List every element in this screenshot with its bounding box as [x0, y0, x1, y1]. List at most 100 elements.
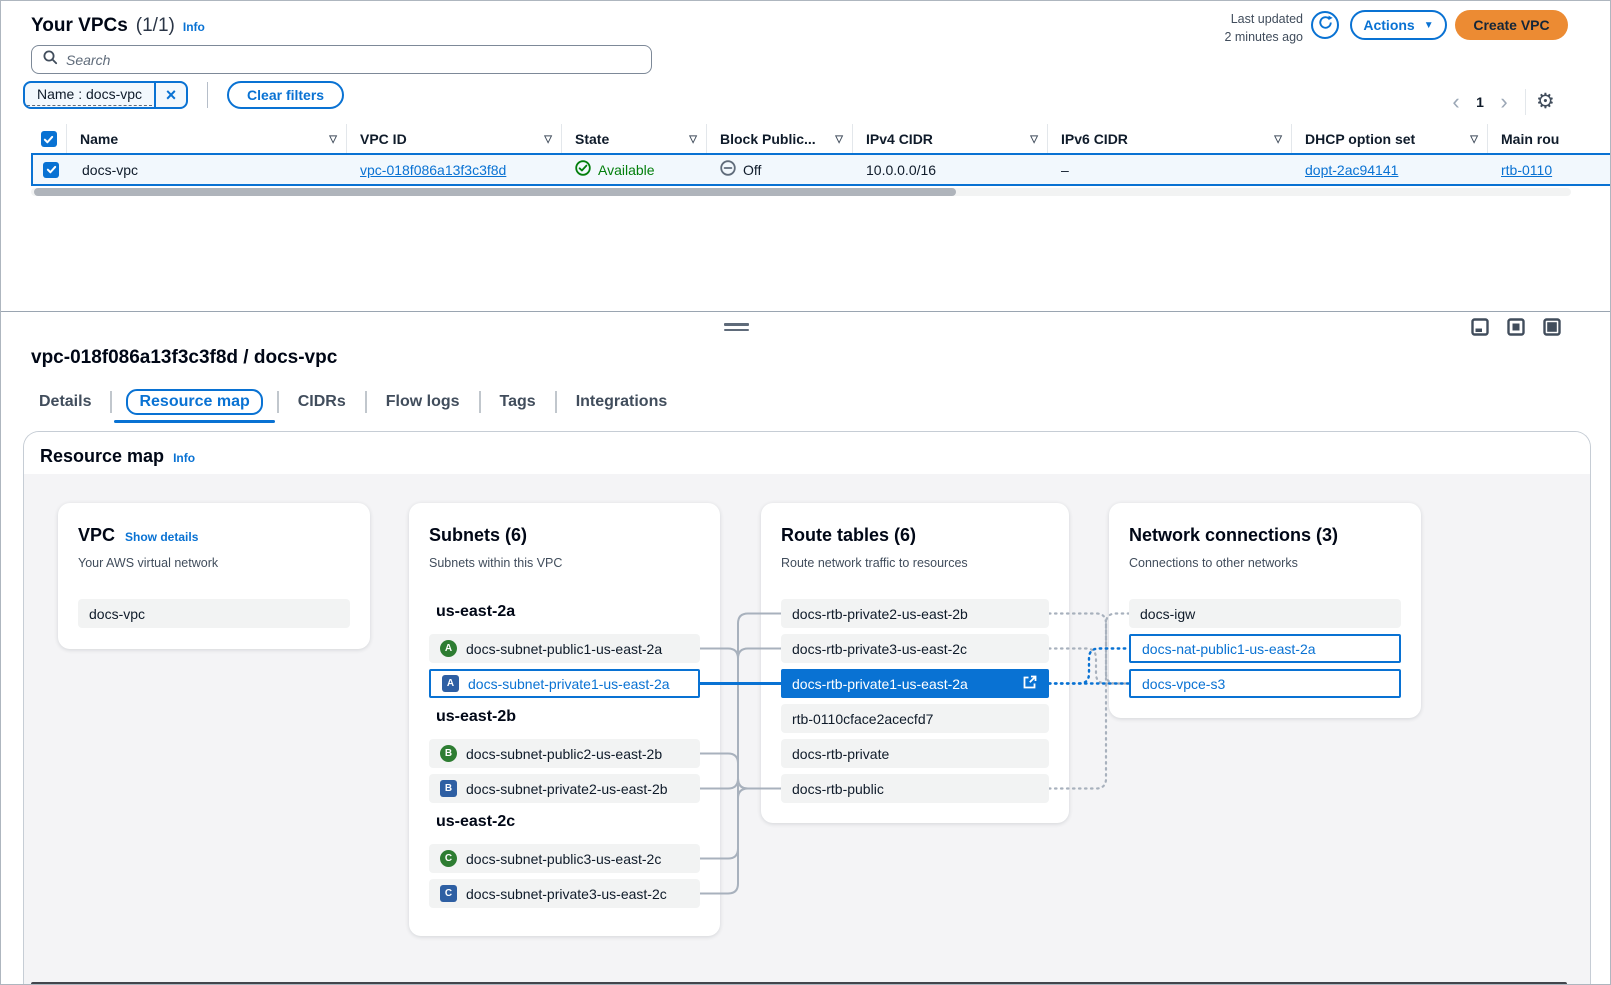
vpc-console-page: Your VPCs (1/1) Info Last updated 2 minu…: [0, 0, 1611, 985]
actions-label: Actions: [1363, 17, 1414, 33]
gear-icon[interactable]: ⚙: [1536, 90, 1555, 114]
sort-icon[interactable]: ▽: [689, 134, 697, 145]
filter-separator: [207, 82, 208, 108]
column-header-ipv4-cidr[interactable]: IPv4 CIDR▽: [853, 124, 1048, 154]
sort-icon[interactable]: ▽: [1470, 134, 1478, 145]
route-table-item[interactable]: docs-rtb-public: [781, 774, 1049, 803]
route-tables-card-title: Route tables (6): [781, 525, 916, 546]
vpc-card-title: VPC: [78, 525, 115, 546]
subnets-card: Subnets (6) Subnets within this VPC us-e…: [409, 503, 720, 936]
column-header-ipv6-cidr[interactable]: IPv6 CIDR▽: [1048, 124, 1292, 154]
subnet-item[interactable]: B docs-subnet-private2-us-east-2b: [429, 774, 700, 803]
cell-name: docs-vpc: [69, 155, 347, 184]
network-connections-card-title: Network connections (3): [1129, 525, 1338, 546]
subnet-item[interactable]: A docs-subnet-public1-us-east-2a: [429, 634, 700, 663]
subnet-item[interactable]: B docs-subnet-public2-us-east-2b: [429, 739, 700, 768]
split-drag-handle[interactable]: [724, 323, 749, 334]
chevron-right-icon[interactable]: ›: [1493, 90, 1515, 114]
column-header-dhcp[interactable]: DHCP option set▽: [1292, 124, 1488, 154]
panel-size-large-icon[interactable]: [1543, 318, 1561, 341]
az-group-label: us-east-2c: [436, 813, 515, 831]
panel-size-medium-icon[interactable]: [1507, 318, 1525, 341]
subnet-item-selected[interactable]: A docs-subnet-private1-us-east-2a: [429, 669, 700, 698]
subnet-az-badge: B: [440, 745, 457, 762]
cell-main-route: rtb-0110: [1488, 155, 1610, 184]
route-table-item[interactable]: docs-rtb-private3-us-east-2c: [781, 634, 1049, 663]
main-route-link[interactable]: rtb-0110: [1501, 162, 1552, 178]
route-table-item[interactable]: rtb-0110cface2acecfd7: [781, 704, 1049, 733]
chevron-left-icon[interactable]: ‹: [1445, 90, 1467, 114]
tab-flow-logs[interactable]: Flow logs: [367, 393, 479, 411]
sort-icon[interactable]: ▽: [1030, 134, 1038, 145]
tab-tags[interactable]: Tags: [481, 393, 555, 411]
sort-icon[interactable]: ▽: [1274, 134, 1282, 145]
az-group-label: us-east-2b: [436, 708, 516, 726]
network-connection-item-highlighted[interactable]: docs-vpce-s3: [1129, 669, 1401, 698]
dhcp-link[interactable]: dopt-2ac94141: [1305, 162, 1398, 178]
vpc-card: VPC Show details Your AWS virtual networ…: [58, 503, 370, 649]
info-link[interactable]: Info: [173, 451, 195, 465]
subnet-az-badge: B: [440, 780, 457, 797]
route-table-item[interactable]: docs-rtb-private2-us-east-2b: [781, 599, 1049, 628]
pagination: ‹ 1 › ⚙: [1445, 89, 1555, 115]
table-header: Name▽ VPC ID▽ State▽ Block Public...▽ IP…: [31, 124, 1611, 154]
tab-resource-map[interactable]: Resource map: [112, 389, 276, 415]
subnet-item[interactable]: C docs-subnet-public3-us-east-2c: [429, 844, 700, 873]
external-link-icon[interactable]: [1022, 674, 1038, 693]
subnet-az-badge: C: [440, 885, 457, 902]
tab-integrations[interactable]: Integrations: [557, 393, 687, 411]
current-page[interactable]: 1: [1471, 94, 1489, 110]
column-header-state[interactable]: State▽: [562, 124, 707, 154]
clear-filters-button[interactable]: Clear filters: [227, 81, 344, 109]
filter-token[interactable]: Name : docs-vpc ×: [23, 81, 188, 109]
split-panel-divider: [1, 311, 1611, 312]
column-header-main-route[interactable]: Main rou: [1488, 124, 1611, 154]
network-connection-item-highlighted[interactable]: docs-nat-public1-us-east-2a: [1129, 634, 1401, 663]
subnet-item[interactable]: C docs-subnet-private3-us-east-2c: [429, 879, 700, 908]
cell-vpc-id: vpc-018f086a13f3c3f8d: [347, 155, 562, 184]
check-circle-icon: [575, 160, 591, 179]
page-title: Your VPCs: [31, 15, 128, 37]
cell-dhcp: dopt-2ac94141: [1292, 155, 1488, 184]
select-all-checkbox[interactable]: [41, 131, 57, 147]
show-details-link[interactable]: Show details: [125, 530, 198, 544]
row-select-cell: [33, 155, 69, 184]
close-icon[interactable]: ×: [154, 83, 186, 107]
subnet-az-badge: C: [440, 850, 457, 867]
route-table-item-selected[interactable]: docs-rtb-private1-us-east-2a: [781, 669, 1049, 698]
tab-details[interactable]: Details: [31, 393, 110, 411]
tab-cidrs[interactable]: CIDRs: [279, 393, 365, 411]
last-updated-label: Last updated: [1141, 10, 1303, 28]
refresh-icon: [1318, 15, 1333, 35]
page-header: Your VPCs (1/1) Info: [31, 15, 205, 37]
info-link[interactable]: Info: [183, 20, 205, 34]
route-table-item[interactable]: docs-rtb-private: [781, 739, 1049, 768]
actions-button[interactable]: Actions ▼: [1350, 10, 1447, 40]
split-panel-controls: [1471, 318, 1561, 341]
sort-icon[interactable]: ▽: [835, 134, 843, 145]
horizontal-scrollbar-thumb[interactable]: [34, 188, 956, 196]
caret-down-icon: ▼: [1424, 20, 1434, 31]
column-header-block-public[interactable]: Block Public...▽: [707, 124, 853, 154]
select-all-cell: [31, 124, 67, 154]
sort-icon[interactable]: ▽: [329, 134, 337, 145]
filter-token-label: Name : docs-vpc: [27, 84, 152, 106]
last-updated: Last updated 2 minutes ago: [1141, 10, 1303, 46]
refresh-button[interactable]: [1311, 11, 1339, 39]
panel-size-small-icon[interactable]: [1471, 318, 1489, 341]
create-vpc-button[interactable]: Create VPC: [1455, 10, 1568, 40]
sort-icon[interactable]: ▽: [544, 134, 552, 145]
search-input[interactable]: [66, 52, 641, 68]
detail-tabs: Details Resource map CIDRs Flow logs Tag…: [31, 387, 686, 417]
network-connection-item[interactable]: docs-igw: [1129, 599, 1401, 628]
vpc-id-link[interactable]: vpc-018f086a13f3c3f8d: [360, 162, 506, 178]
subnets-card-subtitle: Subnets within this VPC: [429, 556, 562, 570]
column-header-name[interactable]: Name▽: [67, 124, 347, 154]
column-header-vpc-id[interactable]: VPC ID▽: [347, 124, 562, 154]
resource-count: (1/1): [136, 15, 175, 37]
vpc-item[interactable]: docs-vpc: [78, 599, 350, 628]
subnet-az-badge: A: [442, 675, 459, 692]
row-checkbox[interactable]: [43, 162, 59, 178]
subnet-az-badge: A: [440, 640, 457, 657]
table-row[interactable]: docs-vpc vpc-018f086a13f3c3f8d Available…: [31, 153, 1611, 186]
